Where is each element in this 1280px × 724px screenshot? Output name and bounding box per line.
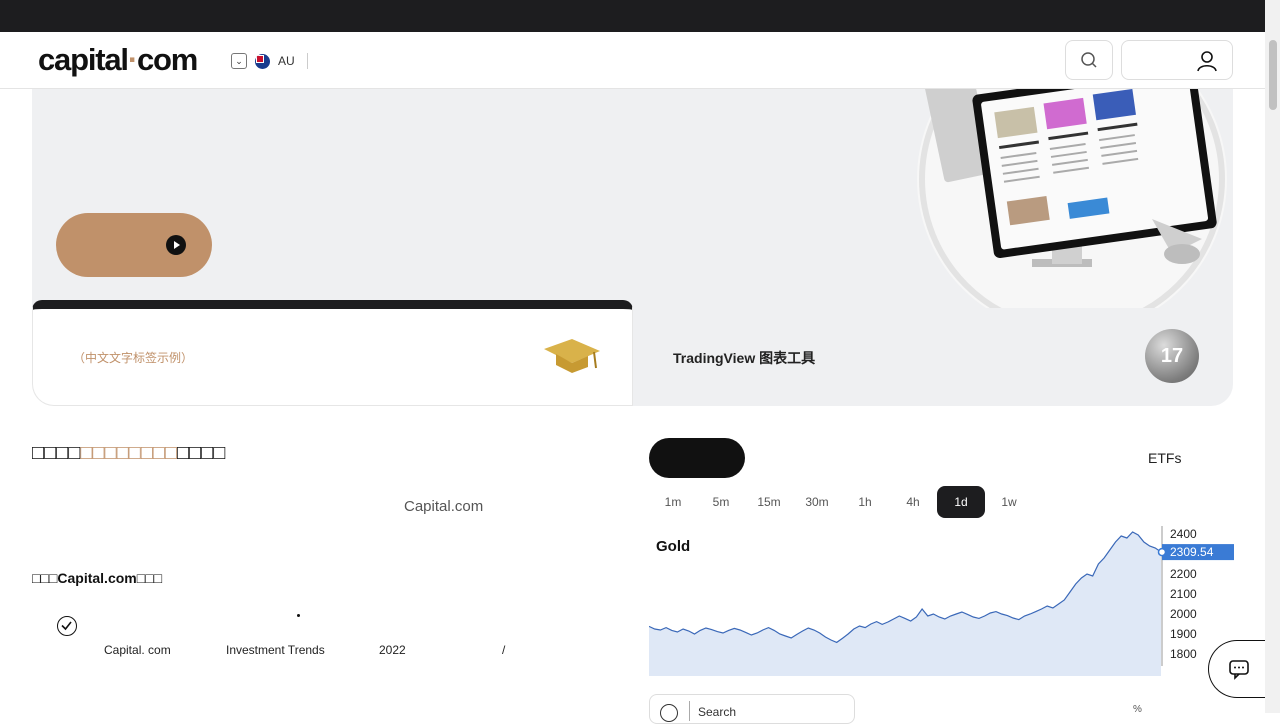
hero-banner — [32, 89, 1233, 309]
chat-icon — [1228, 660, 1249, 680]
search-button[interactable] — [1065, 40, 1113, 80]
tab-tradingview[interactable]: TradingView 图表工具 17 — [633, 308, 1233, 406]
y-tick-label: 2100 — [1170, 587, 1197, 601]
why-line-b: Investment Trends — [226, 643, 325, 657]
chart-title: Gold — [656, 538, 691, 555]
chevron-down-icon: ⌄ — [231, 53, 247, 69]
y-tick-label: 1800 — [1170, 647, 1197, 661]
tab-education[interactable]: （中文文字标签示例） — [32, 300, 633, 406]
check-circle-icon — [57, 616, 77, 636]
y-tick-label: 1900 — [1170, 627, 1197, 641]
brand-text: Capital.com — [404, 498, 484, 515]
bullet-dot — [297, 614, 300, 617]
timeframe-4h[interactable]: 4h — [889, 486, 937, 518]
region-selector[interactable]: ⌄ AU — [231, 51, 308, 71]
account-button[interactable] — [1121, 40, 1233, 80]
user-icon — [1197, 51, 1217, 72]
chart-area — [649, 532, 1161, 676]
feature-tabs: （中文文字标签示例） TradingView 图表工具 17 — [32, 300, 1233, 406]
search-input[interactable]: Search — [649, 694, 855, 724]
percent-label: % — [1133, 704, 1142, 715]
region-code: AU — [278, 54, 295, 68]
timeframe-1d[interactable]: 1d — [937, 486, 985, 518]
y-tick-label: 2000 — [1170, 607, 1197, 621]
tab-education-label: （中文文字标签示例） — [73, 351, 194, 365]
timeframe-30m[interactable]: 30m — [793, 486, 841, 518]
tab-etfs[interactable]: ETFs — [1148, 450, 1181, 466]
y-tick-label: 2200 — [1170, 567, 1197, 581]
why-line-d: / — [502, 643, 506, 657]
australia-flag-icon — [255, 53, 270, 69]
price-chart[interactable]: Gold 2400 2200 2100 2000 1900 1800 2309.54 — [648, 526, 1234, 676]
divider — [306, 53, 308, 69]
search-placeholder: Search — [698, 705, 737, 719]
timeframe-15m[interactable]: 15m — [745, 486, 793, 518]
section-title: □□□□□□□□□□□□□□□□ — [32, 442, 226, 464]
capital-logo[interactable]: capital·com — [38, 42, 198, 78]
monitor-illustration — [902, 89, 1232, 309]
current-price-label: 2309.54 — [1170, 545, 1214, 559]
why-line-c: 2022 — [379, 643, 406, 657]
y-tick-label: 2400 — [1170, 527, 1197, 541]
timeframe-1w[interactable]: 1w — [985, 486, 1033, 518]
graduation-cap-icon — [544, 339, 600, 373]
chart-svg: 2400 2200 2100 2000 1900 1800 2309.54 — [648, 526, 1234, 676]
market-tab-active[interactable] — [649, 438, 745, 478]
timeframe-1h[interactable]: 1h — [841, 486, 889, 518]
scrollbar-thumb[interactable] — [1269, 40, 1277, 110]
divider — [689, 701, 690, 721]
tradingview-icon: 17 — [1145, 329, 1199, 383]
scrollbar[interactable] — [1265, 0, 1280, 713]
why-line-a: Capital. com — [104, 643, 171, 657]
watch-video-button[interactable] — [56, 213, 212, 277]
why-title: □□□Capital.com□□□ — [32, 570, 163, 586]
top-strip — [0, 0, 1265, 32]
timeframe-5m[interactable]: 5m — [697, 486, 745, 518]
site-header: capital·com ⌄ AU — [0, 32, 1265, 89]
chat-button[interactable] — [1208, 640, 1268, 698]
current-price-dot — [1157, 547, 1167, 557]
timeframe-1m[interactable]: 1m — [649, 486, 697, 518]
search-icon — [660, 704, 678, 722]
tab-tradingview-label: TradingView 图表工具 — [673, 350, 816, 366]
search-icon — [1081, 52, 1097, 68]
play-icon — [166, 235, 186, 255]
